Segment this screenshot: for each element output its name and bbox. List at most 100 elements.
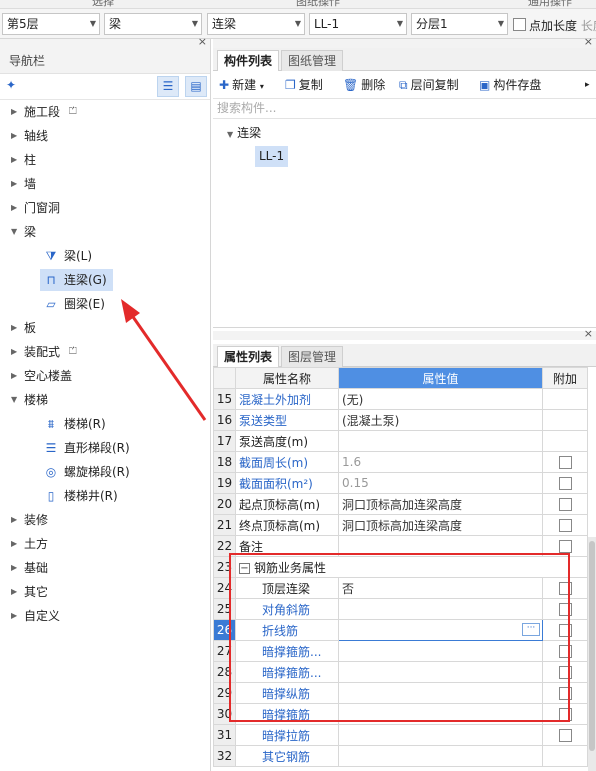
property-row[interactable]: 28 暗撑箍筋... xyxy=(213,661,588,683)
property-row[interactable]: 30 暗撑箍筋 xyxy=(213,703,588,725)
attach-checkbox[interactable] xyxy=(558,687,572,700)
property-row[interactable]: 17 泵送高度(m) xyxy=(213,430,588,452)
property-value[interactable] xyxy=(338,745,543,767)
nav-item[interactable]: ▶ 装配式 ⏍ xyxy=(0,340,210,364)
property-value[interactable]: 1.6 xyxy=(338,451,543,473)
layer-select[interactable]: 分层1 ▼ xyxy=(411,13,508,35)
property-value[interactable] xyxy=(338,682,543,704)
nav-subitem[interactable]: ▱ 圈梁(E) xyxy=(42,293,111,315)
nav-item[interactable]: ▶ 其它 xyxy=(0,580,210,604)
property-value[interactable] xyxy=(338,724,543,746)
nav-item[interactable]: ▶ 自定义 xyxy=(0,604,210,628)
nav-item[interactable]: ▶ 土方 xyxy=(0,532,210,556)
attach-checkbox[interactable] xyxy=(558,519,572,532)
add-length-checkbox[interactable] xyxy=(513,18,526,31)
property-row[interactable]: 25 对角斜筋 xyxy=(213,598,588,620)
property-value[interactable] xyxy=(338,430,543,452)
close-icon[interactable]: × xyxy=(584,35,593,48)
tab-component-list[interactable]: 构件列表 xyxy=(217,50,280,71)
attach-checkbox[interactable] xyxy=(558,498,572,511)
nav-item[interactable]: ▶ 基础 xyxy=(0,556,210,580)
collapse-icon[interactable]: − xyxy=(239,562,250,574)
attach-checkbox[interactable] xyxy=(558,729,572,742)
new-button[interactable]: ✚ 新建 ▾ xyxy=(219,76,264,94)
attach-checkbox[interactable] xyxy=(558,603,572,616)
ellipsis-icon[interactable]: ··· xyxy=(522,623,540,636)
property-row[interactable]: 15 混凝土外加剂 (无) xyxy=(213,388,588,410)
save-component-button[interactable]: ▣ 构件存盘 xyxy=(479,76,541,94)
nav-subitem[interactable]: ▯ 楼梯井(R) xyxy=(42,485,124,507)
nav-item[interactable]: ▶ 施工段 ⏍ xyxy=(0,100,210,124)
property-value-editor[interactable]: ··· xyxy=(338,619,543,641)
tab-drawing-manage[interactable]: 图纸管理 xyxy=(281,50,344,71)
property-row[interactable]: 21 终点顶标高(m) 洞口顶标高加连梁高度 xyxy=(213,514,588,536)
property-value[interactable]: (无) xyxy=(338,388,543,410)
nav-subitem[interactable]: ⧩ 梁(L) xyxy=(42,245,98,267)
editor-box[interactable]: ··· xyxy=(340,621,542,640)
property-row[interactable]: 22 备注 xyxy=(213,535,588,557)
component-select[interactable]: LL-1 ▼ xyxy=(309,13,407,35)
property-value[interactable]: 0.15 xyxy=(338,472,543,494)
property-row[interactable]: 16 泵送类型 (混凝土泵) xyxy=(213,409,588,431)
component-search-input[interactable]: 搜索构件... xyxy=(213,99,596,119)
nav-item[interactable]: ▶ 空心楼盖 xyxy=(0,364,210,388)
nav-item[interactable]: ▶ 墙 xyxy=(0,172,210,196)
detail-view-icon[interactable]: ▤ xyxy=(185,76,207,97)
property-value[interactable] xyxy=(338,598,543,620)
copy-button[interactable]: ❐ 复制 xyxy=(285,76,323,94)
property-row[interactable]: 31 暗撑拉筋 xyxy=(213,724,588,746)
property-row[interactable]: 18 截面周长(m) 1.6 xyxy=(213,451,588,473)
property-row[interactable]: 20 起点顶标高(m) 洞口顶标高加连梁高度 xyxy=(213,493,588,515)
nav-item[interactable]: ▼ 梁 xyxy=(0,220,210,244)
property-value[interactable] xyxy=(338,640,543,662)
group-cell[interactable]: − 钢筋业务属性 xyxy=(235,556,588,578)
property-value[interactable]: 洞口顶标高加连梁高度 xyxy=(338,493,543,515)
attach-checkbox[interactable] xyxy=(558,456,572,469)
floor-copy-button[interactable]: ⧉ 层间复制 xyxy=(399,76,459,94)
more-icon[interactable]: ▸ xyxy=(585,76,590,94)
close-icon[interactable]: × xyxy=(198,35,207,48)
close-icon[interactable]: × xyxy=(584,327,593,340)
tab-property-list[interactable]: 属性列表 xyxy=(217,346,280,367)
nav-item[interactable]: ▶ 轴线 xyxy=(0,124,210,148)
type-select[interactable]: 梁 ▼ xyxy=(104,13,202,35)
attach-checkbox[interactable] xyxy=(558,624,572,637)
property-scrollbar[interactable] xyxy=(588,537,596,771)
property-value[interactable] xyxy=(338,535,543,557)
property-group-row[interactable]: 23− 钢筋业务属性 xyxy=(213,556,588,578)
subtype-select[interactable]: 连梁 ▼ xyxy=(207,13,305,35)
property-value[interactable]: 洞口顶标高加连梁高度 xyxy=(338,514,543,536)
attach-checkbox[interactable] xyxy=(558,645,572,658)
pin-icon[interactable]: ✦ xyxy=(6,78,16,92)
tree-item-ll-1[interactable]: LL-1 xyxy=(255,146,289,167)
delete-button[interactable]: 🗑 删除 xyxy=(343,76,385,94)
property-row[interactable]: 29 暗撑纵筋 xyxy=(213,682,588,704)
nav-item[interactable]: ▶ 装修 xyxy=(0,508,210,532)
attach-checkbox[interactable] xyxy=(558,666,572,679)
attach-checkbox[interactable] xyxy=(558,540,572,553)
tab-layer-manage[interactable]: 图层管理 xyxy=(281,346,344,367)
nav-item[interactable]: ▶ 板 xyxy=(0,316,210,340)
nav-subitem[interactable]: ◎ 螺旋梯段(R) xyxy=(42,461,136,483)
property-value[interactable]: 否 xyxy=(338,577,543,599)
property-row[interactable]: 27 暗撑箍筋... xyxy=(213,640,588,662)
floor-select[interactable]: 第5层 ▼ xyxy=(2,13,100,35)
tree-root-coupling-beam[interactable]: ▼ 连梁 xyxy=(227,124,261,141)
property-row[interactable]: 26 折线筋 ··· xyxy=(213,619,588,641)
property-row[interactable]: 19 截面面积(m²) 0.15 xyxy=(213,472,588,494)
property-value[interactable]: (混凝土泵) xyxy=(338,409,543,431)
property-value[interactable] xyxy=(338,661,543,683)
nav-subitem[interactable]: ☰ 直形梯段(R) xyxy=(42,437,136,459)
attach-checkbox[interactable] xyxy=(558,477,572,490)
nav-item[interactable]: ▼ 楼梯 xyxy=(0,388,210,412)
nav-item[interactable]: ▶ 柱 xyxy=(0,148,210,172)
attach-checkbox[interactable] xyxy=(558,708,572,721)
nav-item[interactable]: ▶ 门窗洞 xyxy=(0,196,210,220)
scrollbar-thumb[interactable] xyxy=(589,541,595,751)
property-row[interactable]: 32 其它钢筋 xyxy=(213,745,588,767)
attach-checkbox[interactable] xyxy=(558,582,572,595)
nav-subitem[interactable]: ⊓ 连梁(G) xyxy=(40,269,113,291)
list-view-icon[interactable]: ☰ xyxy=(157,76,179,97)
nav-subitem[interactable]: ⩩ 楼梯(R) xyxy=(42,413,112,435)
property-row[interactable]: 24 顶层连梁否 xyxy=(213,577,588,599)
